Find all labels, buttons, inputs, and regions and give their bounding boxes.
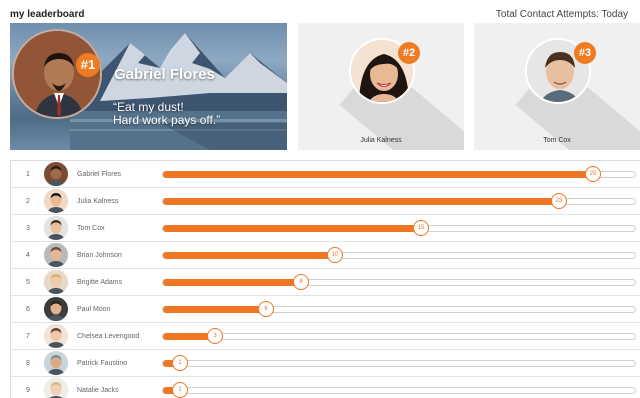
row-avatar xyxy=(44,189,68,213)
row-rank: 5 xyxy=(26,279,30,286)
leaderboard-header: my leaderboard Total Contact Attempts: T… xyxy=(0,0,640,24)
table-row[interactable]: 4 Brian Johnson 10 xyxy=(11,242,640,269)
row-name: Patrick Faustino xyxy=(77,360,128,367)
score-bar-fill xyxy=(163,279,301,286)
score-bubble: 23 xyxy=(551,193,567,209)
row-name: Julia Kalness xyxy=(77,198,119,205)
leader-card-second[interactable]: #2 Julia Kalness xyxy=(298,23,464,150)
score-bar-fill xyxy=(163,171,593,178)
second-name: Julia Kalness xyxy=(360,137,402,144)
score-bubble: 1 xyxy=(172,355,188,371)
row-avatar xyxy=(44,378,68,398)
table-row[interactable]: 1 Gabriel Flores 25 xyxy=(11,161,640,188)
row-rank: 1 xyxy=(26,171,30,178)
score-bar-track: 1 xyxy=(162,382,636,398)
leader-quote: “Eat my dust! Hard work pays off.” xyxy=(113,100,221,127)
row-rank: 4 xyxy=(26,252,30,259)
score-bar-fill xyxy=(163,306,266,313)
rank-badge-third: #3 xyxy=(574,42,596,64)
row-name: Paul Moon xyxy=(77,306,111,313)
score-bar-fill xyxy=(163,225,421,232)
row-avatar xyxy=(44,297,68,321)
row-name: Natalie Jacks xyxy=(77,387,119,394)
score-bar-fill xyxy=(163,252,335,259)
row-rank: 9 xyxy=(26,387,30,394)
row-rank: 3 xyxy=(26,225,30,232)
score-bar-track: 23 xyxy=(162,193,636,209)
table-row[interactable]: 9 Natalie Jacks 1 xyxy=(11,377,640,398)
score-bar-track: 25 xyxy=(162,166,636,182)
row-name: Brigitte Adams xyxy=(77,279,123,286)
row-avatar xyxy=(44,324,68,348)
score-bar-track: 1 xyxy=(162,355,636,371)
table-row[interactable]: 8 Patrick Faustino 1 xyxy=(11,350,640,377)
row-name: Tom Cox xyxy=(77,225,105,232)
leader-name: Gabriel Flores xyxy=(114,66,215,83)
score-bubble: 3 xyxy=(207,328,223,344)
leaderboard-table: 1 Gabriel Flores 25 2 Julia Kalness 23 3 Tom Co… xyxy=(10,160,640,398)
page-title: my leaderboard xyxy=(10,9,85,20)
score-bubble: 15 xyxy=(413,220,429,236)
row-name: Brian Johnson xyxy=(77,252,122,259)
row-avatar xyxy=(44,243,68,267)
table-row[interactable]: 3 Tom Cox 15 xyxy=(11,215,640,242)
rank-badge-second: #2 xyxy=(398,42,420,64)
score-bar-track: 10 xyxy=(162,247,636,263)
score-bar-track: 15 xyxy=(162,220,636,236)
row-avatar xyxy=(44,216,68,240)
leader-card-third[interactable]: #3 Tom Cox xyxy=(474,23,640,150)
score-bubble: 6 xyxy=(258,301,274,317)
score-bubble: 10 xyxy=(327,247,343,263)
table-row[interactable]: 7 Chelsea Levengood 3 xyxy=(11,323,640,350)
row-rank: 6 xyxy=(26,306,30,313)
table-row[interactable]: 6 Paul Moon 6 xyxy=(11,296,640,323)
metric-filter-label[interactable]: Total Contact Attempts: Today xyxy=(496,9,628,20)
score-bar-fill xyxy=(163,198,559,205)
row-rank: 2 xyxy=(26,198,30,205)
third-name: Tom Cox xyxy=(543,137,571,144)
score-bubble: 1 xyxy=(172,382,188,398)
score-bar-track: 8 xyxy=(162,274,636,290)
row-avatar xyxy=(44,351,68,375)
table-row[interactable]: 2 Julia Kalness 23 xyxy=(11,188,640,215)
leader-card-first[interactable]: #1 Gabriel Flores “Eat my dust! Hard wor… xyxy=(10,23,287,150)
row-avatar xyxy=(44,270,68,294)
row-name: Chelsea Levengood xyxy=(77,333,140,340)
score-bar-track: 3 xyxy=(162,328,636,344)
score-bar-track: 6 xyxy=(162,301,636,317)
row-rank: 7 xyxy=(26,333,30,340)
row-rank: 8 xyxy=(26,360,30,367)
table-row[interactable]: 5 Brigitte Adams 8 xyxy=(11,269,640,296)
rank-badge-first: #1 xyxy=(76,53,100,77)
row-avatar xyxy=(44,162,68,186)
score-bubble: 8 xyxy=(293,274,309,290)
row-name: Gabriel Flores xyxy=(77,171,121,178)
score-bubble: 25 xyxy=(585,166,601,182)
